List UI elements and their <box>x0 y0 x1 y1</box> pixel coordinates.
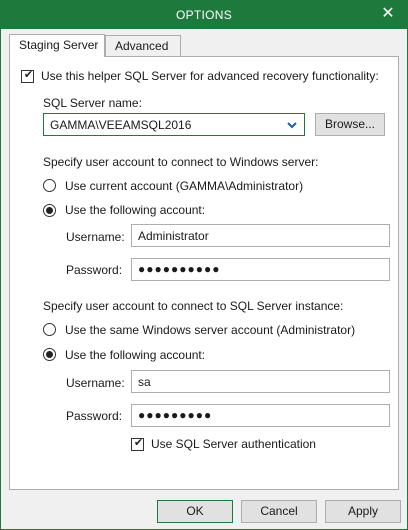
close-icon[interactable]: ✕ <box>379 5 397 23</box>
sql-password-value: ●●●●●●●●● <box>138 408 213 422</box>
checkmark-icon: ✔ <box>23 69 34 81</box>
sql-username-input[interactable]: sa <box>131 370 390 393</box>
use-same-account-label: Use the same Windows server account (Adm… <box>65 323 356 337</box>
windows-password-input[interactable]: ●●●●●●●●●● <box>131 258 390 281</box>
sql-password-input[interactable]: ●●●●●●●●● <box>131 404 390 427</box>
sql-username-label: Username: <box>66 376 125 390</box>
cancel-button[interactable]: Cancel <box>241 500 317 523</box>
radio-selected-dot <box>46 351 53 358</box>
ok-button[interactable]: OK <box>157 500 233 523</box>
browse-button[interactable]: Browse... <box>315 113 385 136</box>
apply-button[interactable]: Apply <box>325 500 401 523</box>
windows-password-label: Password: <box>66 263 123 277</box>
sql-server-name-combobox[interactable]: GAMMA\VEEAMSQL2016 <box>43 113 305 136</box>
use-sql-auth-label: Use SQL Server authentication <box>151 437 316 451</box>
windows-following-account-label: Use the following account: <box>65 203 206 217</box>
tab-advanced[interactable]: Advanced <box>105 35 181 57</box>
title-bar: OPTIONS ✕ <box>1 1 407 29</box>
radio-windows-following-account[interactable] <box>43 204 56 217</box>
sql-password-label: Password: <box>66 409 123 423</box>
windows-password-value: ●●●●●●●●●● <box>138 262 221 276</box>
radio-sql-following-account[interactable] <box>43 348 56 361</box>
windows-username-input[interactable]: Administrator <box>131 224 390 247</box>
sql-server-name-label: SQL Server name: <box>43 96 142 110</box>
use-current-account-label: Use current account (GAMMA\Administrator… <box>65 179 304 193</box>
use-helper-label: Use this helper SQL Server for advanced … <box>41 69 379 83</box>
sql-username-value: sa <box>138 375 151 389</box>
windows-username-label: Username: <box>66 230 125 244</box>
checkmark-icon: ✔ <box>133 437 144 449</box>
use-helper-checkbox[interactable]: ✔ <box>21 69 34 83</box>
sql-server-name-value: GAMMA\VEEAMSQL2016 <box>50 118 192 132</box>
sql-account-heading: Specify user account to connect to SQL S… <box>43 299 344 313</box>
chevron-down-icon <box>287 122 297 129</box>
radio-use-same-windows-account[interactable] <box>43 323 56 336</box>
radio-selected-dot <box>46 207 53 214</box>
use-sql-auth-checkbox[interactable]: ✔ <box>131 437 144 451</box>
staging-server-panel: ✔ Use this helper SQL Server for advance… <box>9 56 399 490</box>
windows-account-heading: Specify user account to connect to Windo… <box>43 155 319 169</box>
windows-username-value: Administrator <box>138 229 209 243</box>
sql-following-account-label: Use the following account: <box>65 348 206 362</box>
dialog-footer: OK Cancel Apply <box>1 491 407 529</box>
window-title: OPTIONS <box>175 8 233 22</box>
radio-use-current-account[interactable] <box>43 179 56 192</box>
options-dialog: OPTIONS ✕ Staging Server Advanced ✔ Use … <box>0 0 408 530</box>
tab-staging-server[interactable]: Staging Server <box>9 34 105 57</box>
